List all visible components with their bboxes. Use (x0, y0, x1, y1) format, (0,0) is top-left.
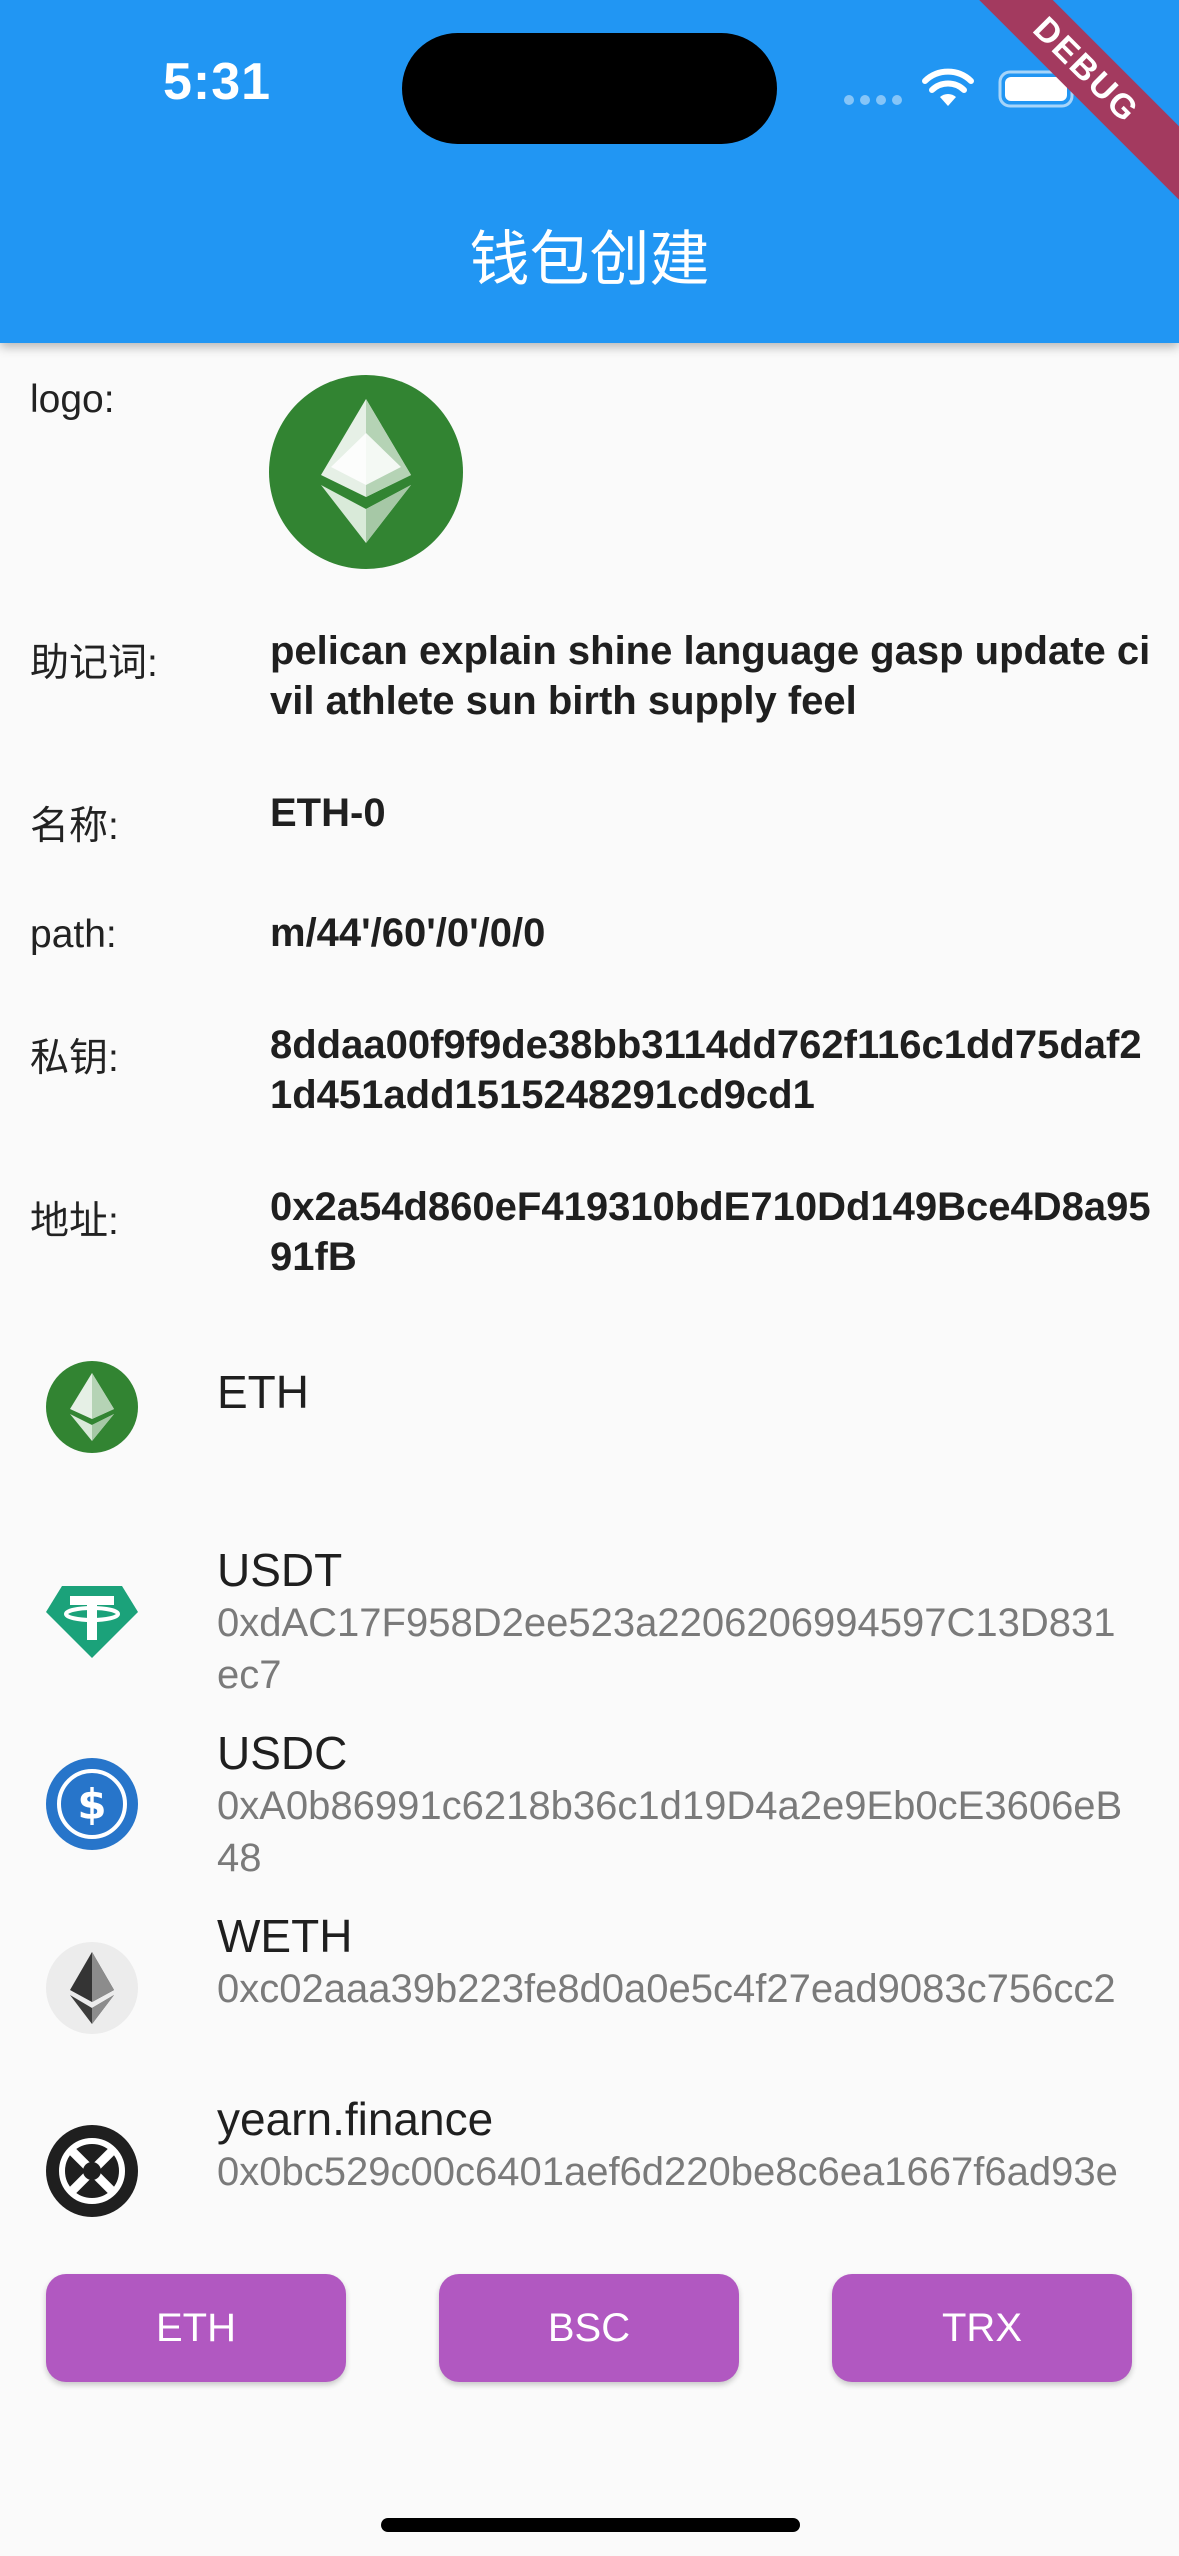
home-indicator[interactable] (381, 2518, 800, 2532)
page-title: 钱包创建 (469, 226, 710, 293)
dynamic-island (402, 33, 777, 144)
private-key-label: 私钥: (30, 1037, 119, 1080)
path-label: path: (30, 913, 117, 956)
ethereum-classic-icon (46, 1361, 138, 1453)
address-label: 地址: (30, 1200, 119, 1243)
cellular-signal-icon (844, 95, 902, 105)
private-key-value: 8ddaa00f9f9de38bb3114dd762f116c1dd75daf2… (270, 1023, 1142, 1117)
eth-chain-button[interactable]: ETH (46, 2274, 346, 2382)
name-label: 名称: (30, 805, 119, 848)
token-name: USDC (217, 1727, 348, 1779)
token-name: ETH (217, 1366, 309, 1418)
status-time: 5:31 (163, 53, 272, 111)
wifi-icon (922, 68, 974, 106)
weth-icon (46, 1942, 138, 2034)
token-name: USDT (217, 1544, 343, 1596)
token-address: 0xdAC17F958D2ee523a2206206994597C13D831e… (217, 1601, 1116, 1697)
ethereum-classic-icon (269, 375, 463, 569)
yearn-icon (46, 2125, 138, 2217)
token-address: 0xc02aaa39b223fe8d0a0e5c4f27ead9083c756c… (217, 1967, 1116, 2011)
token-name: yearn.finance (217, 2093, 494, 2145)
app-bar: 5:31 DEBUG 钱包创建 (0, 0, 1179, 343)
mnemonic-label: 助记词: (30, 642, 158, 685)
usdc-icon: $ (46, 1758, 138, 1850)
address-value: 0x2a54d860eF419310bdE710Dd149Bce4D8a9591… (270, 1185, 1151, 1279)
tether-icon (46, 1586, 138, 1658)
svg-text:$: $ (77, 1780, 106, 1829)
token-address: 0xA0b86991c6218b36c1d19D4a2e9Eb0cE3606eB… (217, 1784, 1123, 1880)
token-name: WETH (217, 1910, 353, 1962)
wallet-logo (269, 375, 463, 574)
mnemonic-value: pelican explain shine language gasp upda… (270, 629, 1151, 723)
name-value: ETH-0 (270, 791, 386, 835)
bsc-chain-button[interactable]: BSC (439, 2274, 739, 2382)
logo-label: logo: (30, 378, 115, 421)
trx-chain-button[interactable]: TRX (832, 2274, 1132, 2382)
path-value: m/44'/60'/0'/0/0 (270, 911, 546, 955)
token-address: 0x0bc529c00c6401aef6d220be8c6ea1667f6ad9… (217, 2150, 1118, 2194)
